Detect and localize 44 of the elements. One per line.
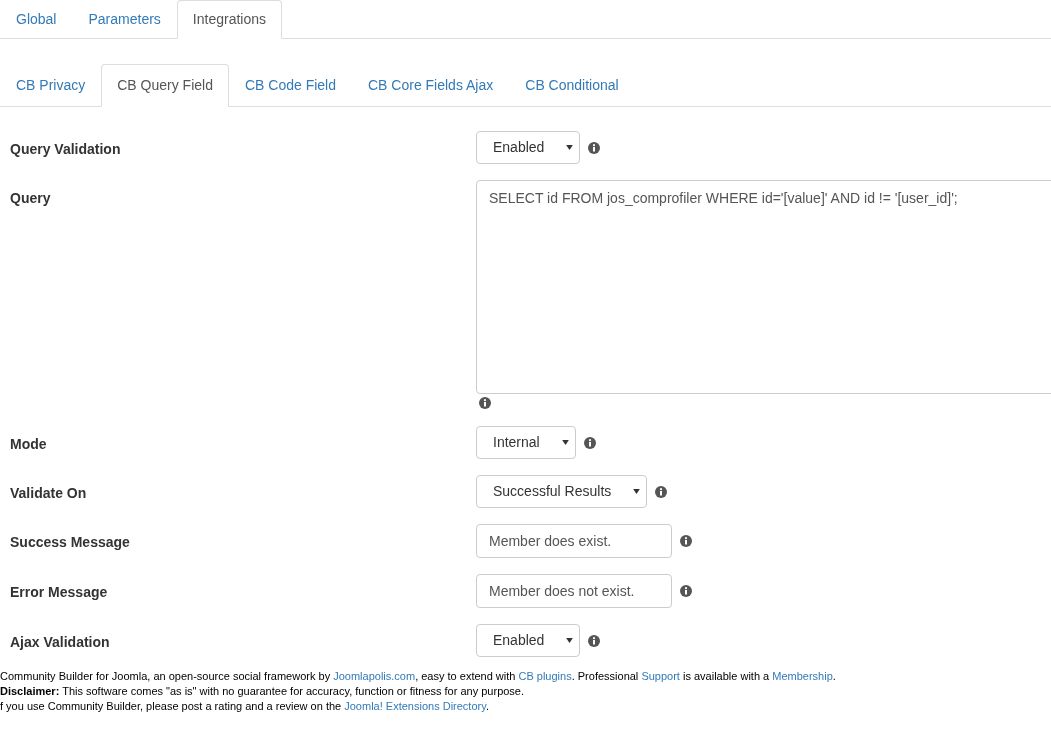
tab[interactable]: CB Privacy xyxy=(0,64,102,107)
tab[interactable]: CB Query Field xyxy=(101,64,229,107)
footer-text: , easy to extend with xyxy=(415,670,517,682)
dropdown[interactable]: Internal xyxy=(476,426,576,459)
field-label: Success Message xyxy=(9,533,131,552)
footer-text: Disclaimer: This software comes "as is" with no guarantee for accuracy, function or fitness for any purpose. xyxy=(0,685,525,697)
footer-text: . xyxy=(832,670,836,682)
info-icon[interactable] xyxy=(680,585,692,597)
footer-link[interactable]: Joomla! Extensions Directory xyxy=(344,700,486,712)
field-label: Query xyxy=(9,189,52,208)
info-icon[interactable] xyxy=(655,485,668,498)
footer-link[interactable]: Support xyxy=(641,670,680,682)
query-textarea[interactable]: SELECT id FROM jos_comprofiler WHERE id='[value]' AND id != '[user_id]'; xyxy=(476,180,1051,394)
caret-icon xyxy=(633,489,641,494)
info-icon[interactable] xyxy=(583,436,596,449)
caret-icon xyxy=(566,145,574,150)
caret-icon xyxy=(566,638,574,643)
tab[interactable]: CB Core Fields Ajax xyxy=(352,64,510,107)
field-label: Ajax Validation xyxy=(9,633,111,652)
dropdown[interactable]: Enabled xyxy=(476,131,581,164)
field-label: Mode xyxy=(9,435,48,454)
info-icon[interactable] xyxy=(588,141,601,154)
info-icon[interactable] xyxy=(680,535,692,547)
dropdown[interactable]: Enabled xyxy=(476,624,581,657)
dropdown[interactable]: Successful Results xyxy=(476,475,648,508)
tab[interactable]: Global xyxy=(0,0,73,39)
footer-text: Community Builder for Joomla, an open-source social framework by xyxy=(0,670,332,682)
tab[interactable]: Parameters xyxy=(72,0,177,39)
field-label: Query Validation xyxy=(9,140,122,159)
caret-icon xyxy=(561,440,569,445)
input-field[interactable]: Member does exist. xyxy=(476,524,672,558)
info-icon[interactable] xyxy=(588,634,601,647)
footer-text: is available with a xyxy=(681,670,771,682)
footer-text: . Professional xyxy=(571,670,640,682)
input-field[interactable]: Member does not exist. xyxy=(476,574,672,608)
info-icon[interactable] xyxy=(479,397,491,409)
footer-link[interactable]: Membership xyxy=(772,670,833,682)
field-label: Validate On xyxy=(9,484,88,503)
footer-link[interactable]: CB plugins xyxy=(518,670,572,682)
footer-text: f you use Community Builder, please post a rating and a review on the xyxy=(0,700,343,712)
field-label: Error Message xyxy=(9,583,109,602)
tab[interactable]: CB Code Field xyxy=(228,64,352,107)
tab[interactable]: CB Conditional xyxy=(509,64,635,107)
tab[interactable]: Integrations xyxy=(176,0,282,39)
